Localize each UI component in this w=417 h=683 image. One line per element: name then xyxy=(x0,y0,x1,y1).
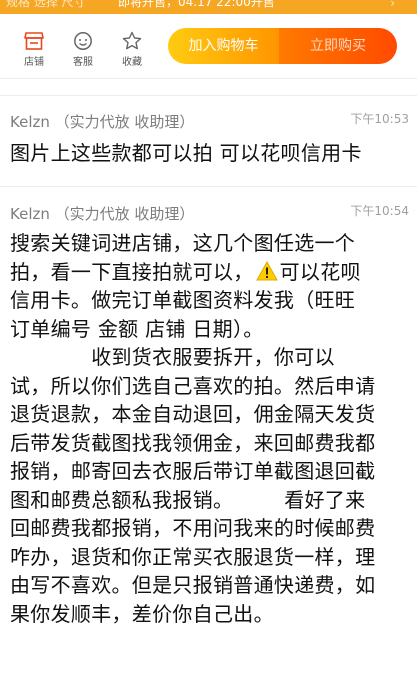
message-body: 搜索关键词进店铺，这几个图任选一个 拍，看一下直接拍就可以， 可以花呗 信用卡。做… xyxy=(10,229,408,628)
shop-label: 店铺 xyxy=(24,57,44,68)
divider xyxy=(0,186,417,187)
customer-service-button[interactable]: 客服 xyxy=(63,31,103,68)
message-line: 收到货衣服要拆开，你可以 xyxy=(10,345,335,369)
warning-icon xyxy=(255,260,278,280)
shop-button[interactable]: 店铺 xyxy=(14,31,54,68)
message-sender: Kelzn （实力代放 收助理） xyxy=(10,113,195,131)
message-time: 下午10:54 xyxy=(350,204,409,218)
star-icon xyxy=(122,31,142,50)
message-line: 试，所以你们选自己喜欢的拍。然后申请 xyxy=(10,373,376,398)
message-line-text: 拍，看一下直接拍就可以， xyxy=(10,259,254,284)
favorite-button[interactable]: 收藏 xyxy=(112,31,152,68)
message-line: 退货退款，本金自动退回，佣金隔天发货 xyxy=(10,402,376,426)
message-time: 下午10:53 xyxy=(350,112,409,126)
message-line: 搜索关键词进店铺，这几个图任选一个 xyxy=(10,231,356,255)
add-to-cart-button[interactable]: 加入购物车 xyxy=(168,28,279,64)
message-line: 果你发顺丰，差价你自己出。 xyxy=(10,601,274,626)
sale-countdown-text: 即将开售，04.17 22:00开售 xyxy=(118,0,275,9)
message-line: 信用卡。做完订单截图资料发我（旺旺 xyxy=(10,288,356,312)
service-label: 客服 xyxy=(73,57,93,68)
message-line-text: 可以花呗 xyxy=(279,259,361,284)
shop-icon xyxy=(24,32,44,50)
message-line: 回邮费我都报销，不用问我来的时候邮费 xyxy=(10,516,376,540)
message-line: 订单编号 金额 店铺 日期）。 xyxy=(10,316,264,341)
divider xyxy=(0,95,417,96)
sale-notice-bar: 规格 选择 尺寸 即将开售，04.17 22:00开售 › xyxy=(0,0,417,14)
message-line: 图片上这些款都可以拍 可以花呗信用卡 xyxy=(10,141,362,165)
smile-chat-icon xyxy=(74,32,92,50)
chevron-right-icon[interactable]: › xyxy=(390,0,395,10)
message-line: 由写不喜欢。但是只报销普通快递费，如 xyxy=(10,573,376,597)
buy-now-button[interactable]: 立即购买 xyxy=(279,28,397,64)
message-line: 图和邮费总额私我报销。 看好了来 xyxy=(10,487,366,512)
spec-select-text[interactable]: 规格 选择 尺寸 xyxy=(6,0,86,9)
message-line: 拍，看一下直接拍就可以， 可以花呗 xyxy=(10,258,408,287)
product-action-bar: 店铺 客服 收藏 加入购物车 立即购买 xyxy=(0,14,417,79)
message-line: 咋办，退货和你正常买衣服退货一样，理 xyxy=(10,544,376,569)
message-line: 后带发货截图找我领佣金，来回邮费我都 xyxy=(10,430,376,455)
favorite-label: 收藏 xyxy=(122,57,142,68)
message-line: 报销，邮寄回去衣服后带订单截图退回截 xyxy=(10,459,376,483)
message-sender: Kelzn （实力代放 收助理） xyxy=(10,205,195,223)
message-body: 图片上这些款都可以拍 可以花呗信用卡 xyxy=(10,139,408,168)
